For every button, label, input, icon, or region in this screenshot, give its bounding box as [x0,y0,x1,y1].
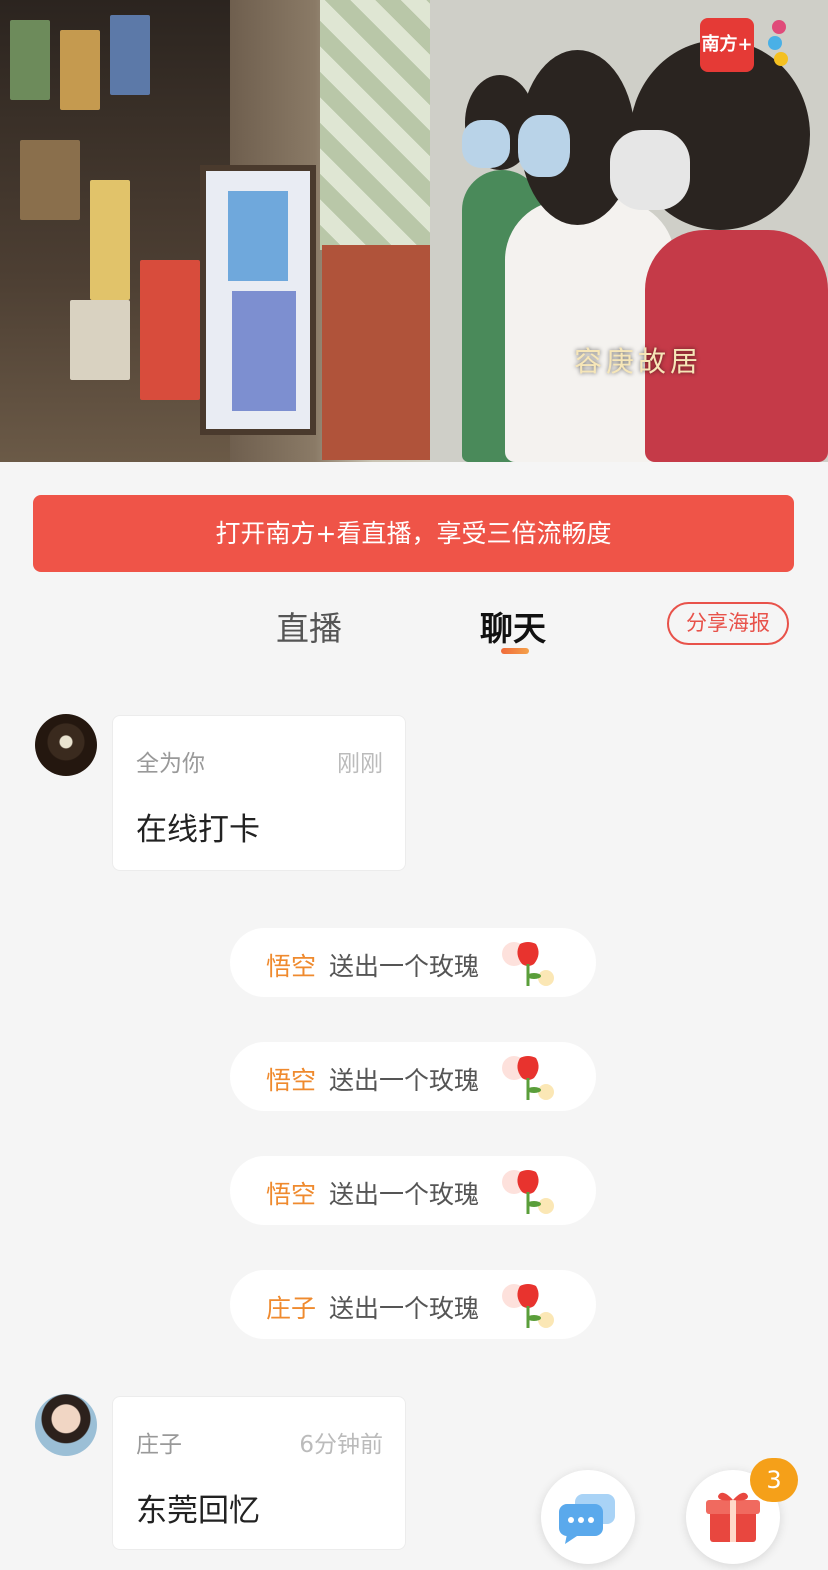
open-app-banner[interactable]: 打开南方+看直播，享受三倍流畅度 [33,495,794,572]
gift-sender: 悟空 [266,1066,317,1095]
gift-text: 送出一个玫瑰 [329,1180,480,1209]
chat-bubbles-icon [559,1494,615,1544]
comment-button[interactable] [541,1470,635,1564]
video-poster [200,165,316,435]
rose-icon [502,1170,554,1214]
rose-icon [502,1284,554,1328]
message-text: 东莞回忆 [136,1493,260,1529]
gift-sender: 悟空 [266,1180,317,1209]
video-tiled-wall [320,0,430,250]
video-brick-wall [322,245,437,460]
gift-sender: 庄子 [266,1294,317,1323]
message-timestamp: 刚刚 [337,751,383,777]
gift-notice: 庄子 送出一个玫瑰 [230,1270,596,1339]
rose-icon [502,1056,554,1100]
gift-sender: 悟空 [266,952,317,981]
tab-chat[interactable]: 聊天 [480,602,546,650]
rose-icon [502,942,554,986]
message-username: 庄子 [136,1432,182,1458]
avatar[interactable] [35,1394,97,1456]
app-logo: 南方+ [700,18,754,72]
video-location-caption: 容庚故居 [574,345,703,378]
live-video-player[interactable]: 容庚故居 南方+ [0,0,828,462]
gift-count-badge: 3 [750,1458,798,1502]
video-bookshelf [0,0,230,462]
gift-text: 送出一个玫瑰 [329,1294,480,1323]
gift-notice: 悟空 送出一个玫瑰 [230,928,596,997]
gift-text: 送出一个玫瑰 [329,1066,480,1095]
gift-notice: 悟空 送出一个玫瑰 [230,1042,596,1111]
message-username: 全为你 [136,751,205,777]
active-tab-indicator [501,648,529,654]
share-poster-button[interactable]: 分享海报 [667,602,789,645]
tab-live[interactable]: 直播 [276,602,342,650]
gift-text: 送出一个玫瑰 [329,952,480,981]
gift-notice: 悟空 送出一个玫瑰 [230,1156,596,1225]
message-text: 在线打卡 [136,812,260,848]
channel-logo-icon [766,16,796,74]
chat-message: 庄子 6分钟前 东莞回忆 [112,1396,406,1550]
chat-message: 全为你 刚刚 在线打卡 [112,715,406,871]
message-timestamp: 6分钟前 [299,1432,383,1458]
avatar[interactable] [35,714,97,776]
